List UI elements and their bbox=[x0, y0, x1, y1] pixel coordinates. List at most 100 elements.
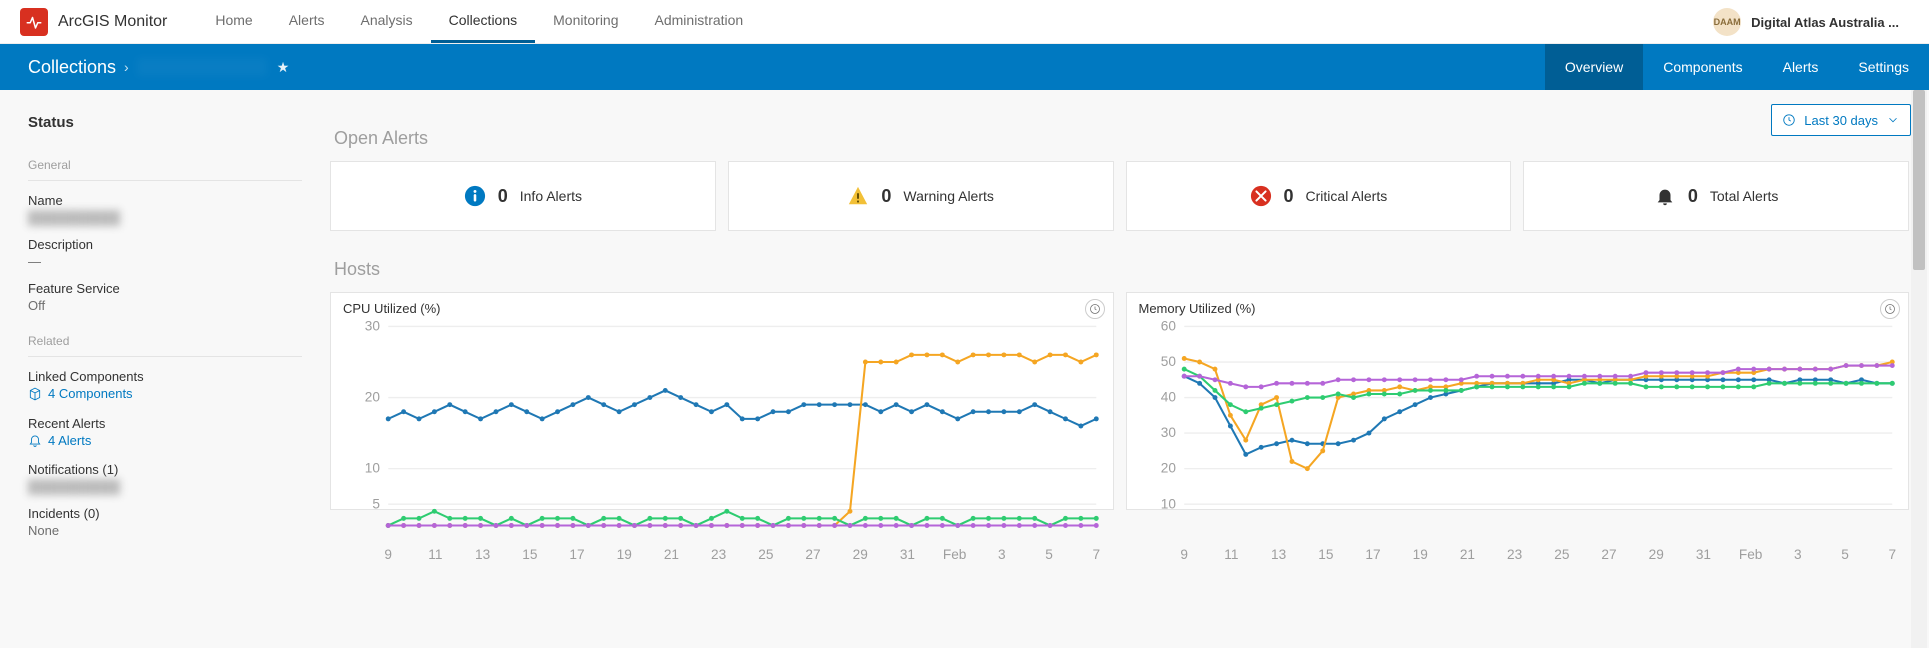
bell-solid-icon bbox=[1654, 185, 1676, 207]
section-related: Related bbox=[28, 333, 302, 348]
info-icon bbox=[464, 185, 486, 207]
vertical-scrollbar[interactable] bbox=[1911, 90, 1927, 648]
critical-alerts-label: Critical Alerts bbox=[1306, 188, 1388, 204]
open-alerts-title: Open Alerts bbox=[334, 128, 1909, 149]
bell-icon bbox=[28, 433, 42, 447]
critical-icon bbox=[1250, 185, 1272, 207]
favorite-star-icon[interactable]: ★ bbox=[277, 59, 290, 76]
svg-text:3: 3 bbox=[998, 547, 1006, 562]
header-tab-overview[interactable]: Overview bbox=[1545, 44, 1643, 90]
linked-components-label: Linked Components bbox=[28, 369, 302, 384]
time-range-button[interactable]: Last 30 days bbox=[1771, 104, 1911, 136]
linked-components-link-text: 4 Components bbox=[48, 386, 133, 401]
brand-title: ArcGIS Monitor bbox=[58, 13, 167, 31]
chart-title: Memory Utilized (%) bbox=[1139, 301, 1256, 316]
svg-text:23: 23 bbox=[711, 547, 726, 562]
svg-text:5: 5 bbox=[1841, 547, 1849, 562]
svg-text:17: 17 bbox=[1365, 547, 1380, 562]
svg-text:25: 25 bbox=[1554, 547, 1570, 562]
chart-time-button[interactable] bbox=[1880, 299, 1900, 319]
svg-text:21: 21 bbox=[1459, 547, 1474, 562]
svg-text:27: 27 bbox=[805, 547, 820, 562]
svg-text:7: 7 bbox=[1888, 547, 1896, 562]
svg-text:30: 30 bbox=[1160, 425, 1176, 440]
svg-text:19: 19 bbox=[1412, 547, 1427, 562]
svg-text:Feb: Feb bbox=[1738, 547, 1762, 562]
info-alerts-card[interactable]: 0 Info Alerts bbox=[330, 161, 716, 231]
recent-alerts-link-text: 4 Alerts bbox=[48, 433, 91, 448]
recent-alerts-link[interactable]: 4 Alerts bbox=[28, 433, 91, 448]
info-alerts-count: 0 bbox=[498, 186, 508, 207]
chart-panel-0: CPU Utilized (%)510203091113151719212325… bbox=[330, 292, 1114, 510]
brand-icon bbox=[20, 8, 48, 36]
breadcrumb-sep: › bbox=[124, 59, 129, 75]
svg-text:31: 31 bbox=[900, 547, 915, 562]
recent-alerts-label: Recent Alerts bbox=[28, 416, 302, 431]
description-value: — bbox=[28, 254, 302, 269]
svg-text:29: 29 bbox=[1648, 547, 1663, 562]
warning-alerts-label: Warning Alerts bbox=[903, 188, 994, 204]
nav-tab-collections[interactable]: Collections bbox=[431, 0, 535, 43]
incidents-value: None bbox=[28, 523, 302, 538]
svg-text:13: 13 bbox=[1271, 547, 1286, 562]
scrollbar-thumb[interactable] bbox=[1913, 90, 1925, 270]
svg-text:10: 10 bbox=[1160, 496, 1176, 511]
notifications-label: Notifications (1) bbox=[28, 462, 302, 477]
main-nav: HomeAlertsAnalysisCollectionsMonitoringA… bbox=[197, 0, 761, 43]
svg-text:Feb: Feb bbox=[943, 547, 967, 562]
svg-text:3: 3 bbox=[1794, 547, 1802, 562]
avatar[interactable]: DAAM bbox=[1713, 8, 1741, 36]
nav-tab-home[interactable]: Home bbox=[197, 0, 270, 43]
svg-text:5: 5 bbox=[372, 496, 380, 511]
svg-text:21: 21 bbox=[664, 547, 679, 562]
header-tab-alerts[interactable]: Alerts bbox=[1763, 44, 1839, 90]
svg-text:17: 17 bbox=[569, 547, 584, 562]
nav-tab-administration[interactable]: Administration bbox=[637, 0, 762, 43]
svg-text:11: 11 bbox=[1224, 547, 1238, 562]
warning-alerts-card[interactable]: 0 Warning Alerts bbox=[728, 161, 1114, 231]
svg-text:20: 20 bbox=[1160, 461, 1176, 476]
hosts-title: Hosts bbox=[334, 259, 1909, 280]
status-heading: Status bbox=[28, 114, 302, 131]
svg-text:10: 10 bbox=[365, 461, 381, 476]
chart-time-button[interactable] bbox=[1085, 299, 1105, 319]
svg-text:29: 29 bbox=[853, 547, 868, 562]
svg-text:20: 20 bbox=[365, 390, 381, 405]
header-tab-settings[interactable]: Settings bbox=[1838, 44, 1929, 90]
user-name[interactable]: Digital Atlas Australia ... bbox=[1751, 15, 1899, 30]
total-alerts-card[interactable]: 0 Total Alerts bbox=[1523, 161, 1909, 231]
svg-text:13: 13 bbox=[475, 547, 490, 562]
linked-components-link[interactable]: 4 Components bbox=[28, 386, 133, 401]
svg-text:9: 9 bbox=[384, 547, 392, 562]
chevron-down-icon bbox=[1886, 113, 1900, 127]
nav-tab-analysis[interactable]: Analysis bbox=[343, 0, 431, 43]
svg-text:31: 31 bbox=[1695, 547, 1710, 562]
clock-icon bbox=[1782, 113, 1796, 127]
total-alerts-count: 0 bbox=[1688, 186, 1698, 207]
svg-text:7: 7 bbox=[1092, 547, 1100, 562]
info-alerts-label: Info Alerts bbox=[520, 188, 582, 204]
chart-panel-1: Memory Utilized (%)102030405060911131517… bbox=[1126, 292, 1910, 510]
feature-service-value: Off bbox=[28, 298, 302, 313]
warning-icon bbox=[847, 185, 869, 207]
critical-alerts-count: 0 bbox=[1284, 186, 1294, 207]
header-tab-components[interactable]: Components bbox=[1643, 44, 1762, 90]
breadcrumb-root[interactable]: Collections bbox=[28, 57, 116, 78]
chart-title: CPU Utilized (%) bbox=[343, 301, 441, 316]
svg-text:60: 60 bbox=[1160, 321, 1176, 334]
nav-tab-alerts[interactable]: Alerts bbox=[271, 0, 343, 43]
time-range-label: Last 30 days bbox=[1804, 113, 1878, 128]
notifications-value: ██████████ bbox=[28, 479, 302, 494]
svg-text:27: 27 bbox=[1601, 547, 1616, 562]
total-alerts-label: Total Alerts bbox=[1710, 188, 1778, 204]
svg-text:40: 40 bbox=[1160, 390, 1176, 405]
section-general: General bbox=[28, 157, 302, 172]
svg-text:50: 50 bbox=[1160, 354, 1176, 369]
svg-text:30: 30 bbox=[365, 321, 381, 334]
critical-alerts-card[interactable]: 0 Critical Alerts bbox=[1126, 161, 1512, 231]
cube-icon bbox=[28, 387, 42, 401]
svg-text:23: 23 bbox=[1507, 547, 1522, 562]
name-label: Name bbox=[28, 193, 302, 208]
nav-tab-monitoring[interactable]: Monitoring bbox=[535, 0, 636, 43]
breadcrumb-current bbox=[137, 58, 267, 76]
